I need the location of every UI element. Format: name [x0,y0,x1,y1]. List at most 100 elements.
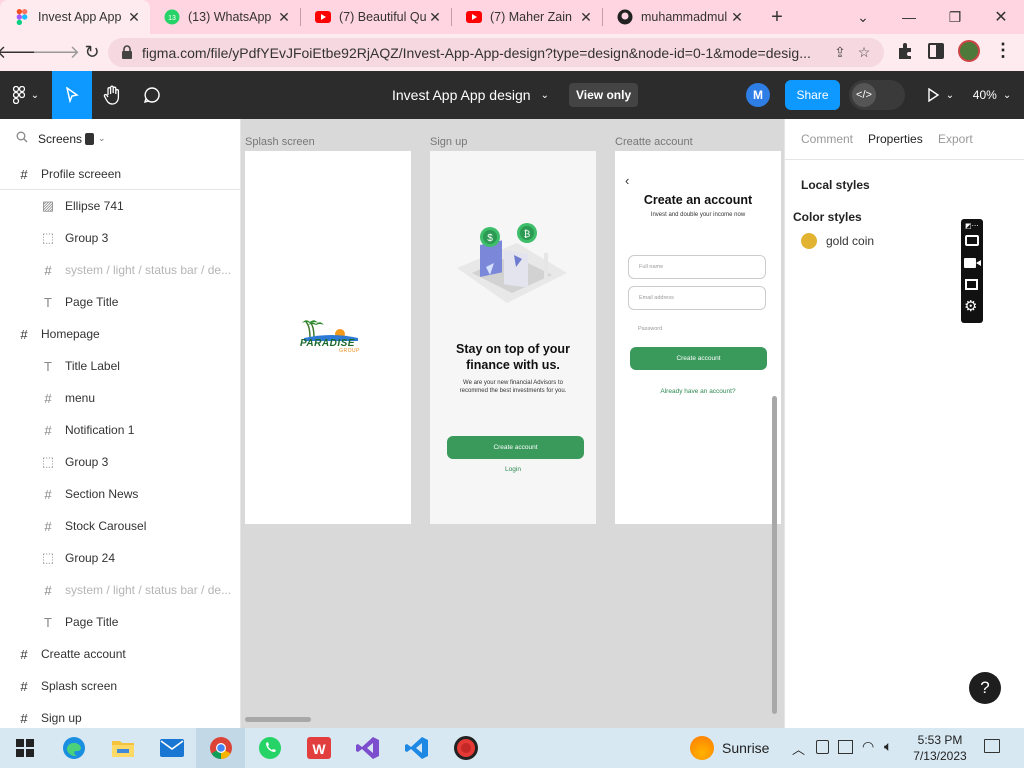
windows-icon[interactable] [965,279,978,290]
layer-row[interactable]: # menu [0,382,240,414]
visual-studio-icon[interactable] [343,728,392,768]
horizontal-scrollbar[interactable] [245,717,311,722]
login-link[interactable]: Login [430,466,596,473]
extensions-icon[interactable] [896,42,914,63]
tab-properties[interactable]: Properties [868,132,923,146]
frame-label-signup[interactable]: Sign up [430,136,467,148]
site-info-icon[interactable] [120,44,134,63]
video-camera-icon[interactable] [964,258,976,268]
layer-row[interactable]: ▨ Ellipse 741 [0,190,240,222]
tab-youtube-1[interactable]: (7) Beautiful Qu ✕ [301,0,451,34]
layer-frame-row[interactable]: # Homepage [0,318,240,350]
layer-row[interactable]: # Notification 1 [0,414,240,446]
full-name-field[interactable]: Full name [628,255,766,279]
new-tab-button[interactable]: + [763,6,791,29]
frame-label-splash[interactable]: Splash screen [245,136,315,148]
user-avatar[interactable]: M [746,83,770,107]
layer-row[interactable]: T Page Title [0,286,240,318]
share-page-icon[interactable]: ⇪ [828,44,852,61]
close-window-button[interactable]: ✕ [978,0,1024,34]
present-button[interactable]: ⌄ [922,71,958,119]
layer-row[interactable]: T Title Label [0,350,240,382]
chrome-icon[interactable] [196,728,245,768]
forward-button[interactable]: 🡒 [32,37,80,69]
notification-center-icon[interactable] [984,739,1000,753]
help-button[interactable]: ? [969,672,1001,704]
vertical-scrollbar[interactable] [772,396,777,714]
layer-frame-row[interactable]: # Splash screen [0,670,240,702]
pages-selector[interactable]: Screens ⌄ [16,131,106,146]
create-account-button[interactable]: Create account [630,347,767,370]
dev-mode-toggle[interactable]: </> [849,80,905,110]
back-chevron-icon[interactable]: ‹ [625,173,629,188]
weather-widget[interactable]: Sunrise [690,736,769,760]
figma-main-menu[interactable]: ⌄ [0,71,52,119]
search-icon[interactable] [16,131,28,146]
settings-gear-icon[interactable]: ⚙ [964,299,977,314]
layer-frame-row[interactable]: # Creatte account [0,638,240,670]
layer-row[interactable]: T Page Title [0,606,240,638]
layer-frame-row[interactable]: # Sign up [0,702,240,728]
already-have-account-link[interactable]: Already have an account? [615,388,781,395]
share-button[interactable]: Share [785,80,840,110]
signup-create-account-button[interactable]: Create account [447,436,584,459]
whatsapp-taskbar-icon[interactable] [245,728,294,768]
address-bar[interactable]: figma.com/file/yPdfYEvJFoiEtbe92RjAQZ/In… [108,38,884,67]
close-tab-icon[interactable]: ✕ [578,9,594,26]
close-tab-icon[interactable]: ✕ [276,9,292,26]
edge-icon[interactable] [49,728,98,768]
layer-row[interactable]: # system / light / status bar / de... [0,254,240,286]
start-button[interactable] [0,728,49,768]
chevron-up-icon[interactable]: ︿ [792,739,805,758]
layer-frame-row[interactable]: # Profile screeen [0,158,240,190]
frame-label-create[interactable]: Creatte account [615,136,693,148]
frame-splash-screen[interactable]: PARADISE GROUP [245,151,411,524]
meet-now-icon[interactable] [816,740,829,754]
file-title-menu[interactable]: Invest App App design ⌄ [392,71,549,119]
close-tab-icon[interactable]: ✕ [427,9,443,26]
more-menu-icon[interactable]: ⋮ [994,40,1012,61]
tab-export[interactable]: Export [938,132,973,146]
layer-row[interactable]: # system / light / status bar / de... [0,574,240,606]
vscode-icon[interactable] [392,728,441,768]
email-field[interactable]: Email address [628,286,766,310]
screen-recorder-icon[interactable] [441,728,490,768]
restore-button[interactable]: ❐ [932,0,978,34]
minimize-button[interactable]: — [886,0,932,34]
comment-tool[interactable] [132,71,172,119]
color-style-item[interactable]: gold coin [801,233,874,249]
profile-avatar[interactable] [958,40,980,62]
bookmark-star-icon[interactable]: ☆ [852,44,876,61]
tab-figma[interactable]: Invest App App ✕ [0,0,150,34]
tab-github[interactable]: muhammadmul ✕ [603,0,753,34]
tab-whatsapp[interactable]: 13 (13) WhatsApp ✕ [150,0,300,34]
design-canvas[interactable]: Splash screen PARADISE GROUP Sign up $ ₿… [241,119,784,728]
layer-row[interactable]: # Stock Carousel [0,510,240,542]
clock[interactable]: 5:53 PM 7/13/2023 [910,732,970,764]
camera-icon[interactable] [965,235,979,246]
close-tab-icon[interactable]: ✕ [126,9,142,26]
hand-tool[interactable] [92,71,132,119]
close-tab-icon[interactable]: ✕ [729,9,745,26]
widget-menu-icon[interactable]: ◩⋯ [965,222,979,230]
frame-create-account[interactable]: ‹ Create an account Invest and double yo… [615,151,781,524]
move-tool[interactable] [52,71,92,119]
frame-sign-up[interactable]: $ ₿ Stay on top of your finance with us.… [430,151,596,524]
zoom-menu[interactable]: 40% ⌄ [968,71,1016,119]
mail-icon[interactable] [147,728,196,768]
file-explorer-icon[interactable] [98,728,147,768]
side-panel-icon[interactable] [928,43,944,59]
layer-row[interactable]: ⬚ Group 24 [0,542,240,574]
layer-row[interactable]: ⬚ Group 3 [0,222,240,254]
tab-youtube-2[interactable]: (7) Maher Zain ✕ [452,0,602,34]
tab-search-icon[interactable]: ⌄ [840,0,886,34]
volume-icon[interactable]: 🔈︎ [884,738,892,755]
tab-comment[interactable]: Comment [801,132,853,146]
display-icon[interactable] [838,740,853,754]
password-field[interactable]: Password [628,317,766,341]
wifi-icon[interactable]: ◠ [862,738,874,755]
layer-row[interactable]: ⬚ Group 3 [0,446,240,478]
layer-row[interactable]: # Section News [0,478,240,510]
wps-office-icon[interactable]: W [294,728,343,768]
reload-button[interactable]: ↻ [76,37,108,69]
